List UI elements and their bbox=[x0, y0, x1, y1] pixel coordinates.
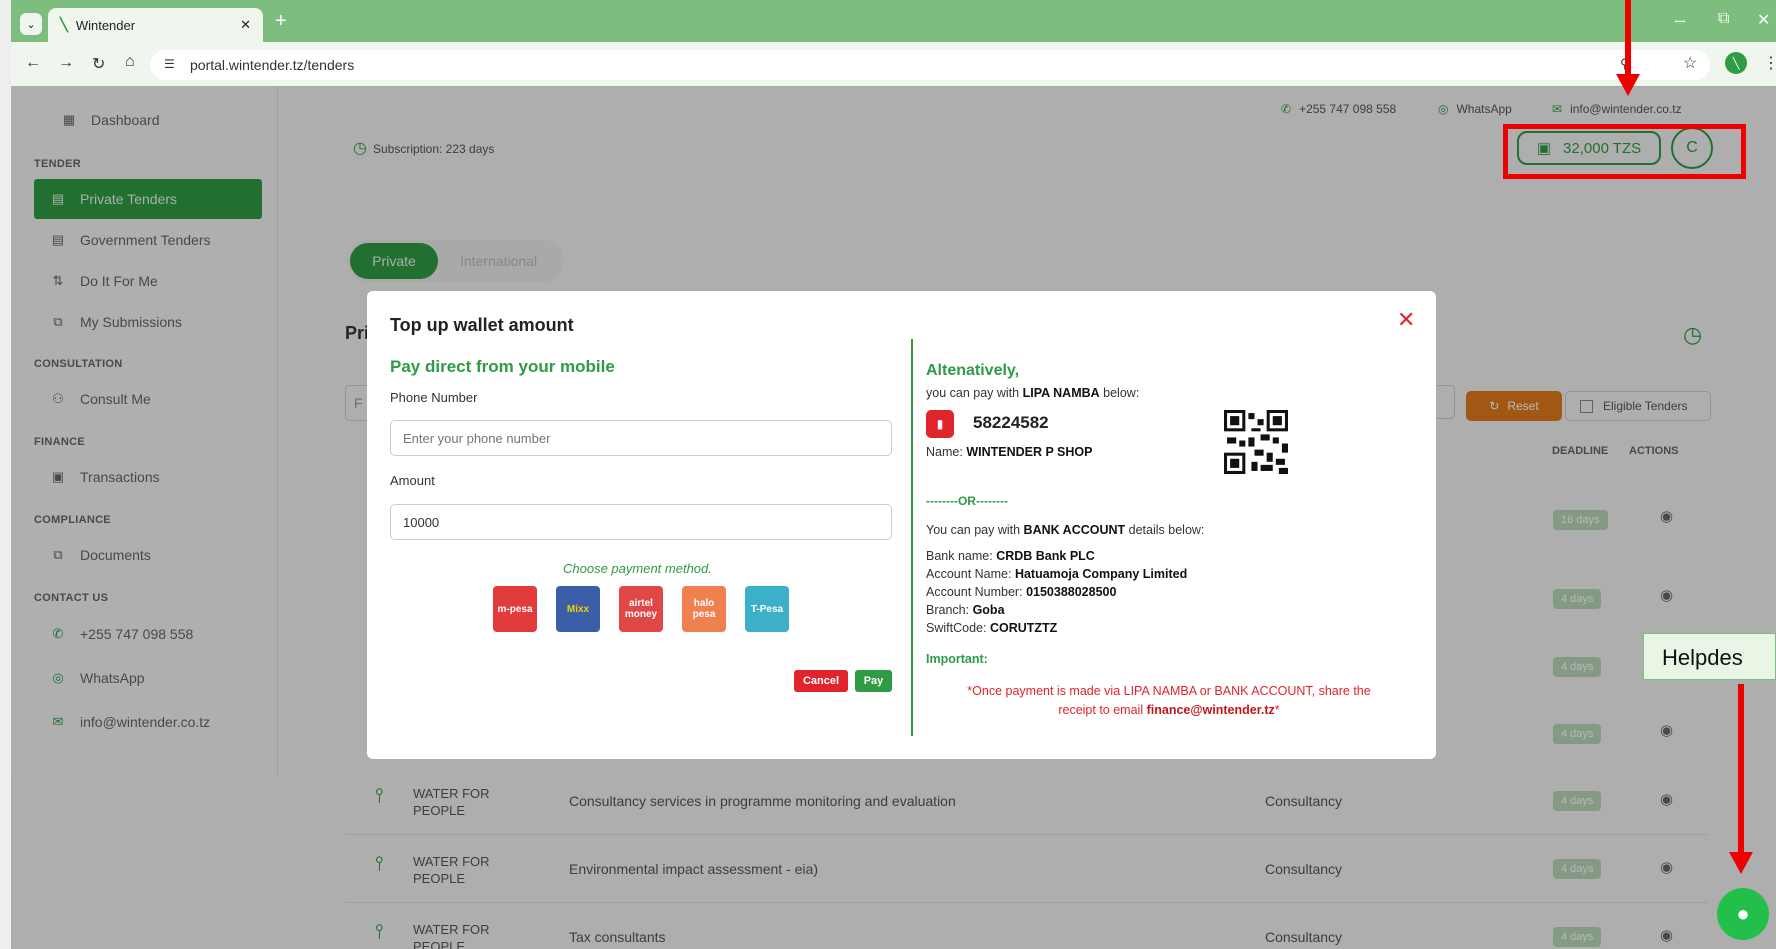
bank-suffix: details below: bbox=[1128, 523, 1205, 537]
alt-heading: Altenatively, bbox=[926, 362, 1020, 379]
choose-method-text: Choose payment method. bbox=[563, 561, 712, 576]
annotation-arrow-shaft bbox=[1738, 684, 1744, 854]
tab-search-chevron-icon[interactable]: ⌄ bbox=[20, 13, 42, 35]
account-number-value: 0150388028500 bbox=[1026, 585, 1117, 599]
account-number-label: Account Number: bbox=[926, 585, 1023, 599]
lipa-name: Name: WINTENDER P SHOP bbox=[926, 445, 1092, 459]
amount-label: Amount bbox=[390, 473, 435, 488]
close-tab-icon[interactable]: ✕ bbox=[240, 17, 251, 33]
bank-intro: You can pay with BANK ACCOUNT details be… bbox=[926, 523, 1204, 537]
tab-title: Wintender bbox=[75, 17, 136, 33]
phone-input[interactable] bbox=[390, 420, 892, 456]
amount-input[interactable] bbox=[390, 504, 892, 540]
important-label: Important: bbox=[926, 652, 988, 666]
annotation-arrow-head bbox=[1729, 852, 1753, 874]
bank-bold: BANK ACCOUNT bbox=[1023, 523, 1126, 537]
mobile-pay-heading: Pay direct from your mobile bbox=[390, 357, 615, 376]
note-line-1: *Once payment is made via LIPA NAMBA or … bbox=[967, 684, 1371, 698]
left-strip bbox=[0, 0, 11, 949]
chat-bubble-icon[interactable]: ● bbox=[1717, 888, 1769, 940]
halopesa-button[interactable]: halo pesa bbox=[682, 586, 726, 632]
annotation-arrow-head bbox=[1616, 74, 1640, 96]
lipa-bold: LIPA NAMBA bbox=[1022, 386, 1100, 400]
note2-prefix: receipt to email bbox=[1058, 703, 1144, 717]
bank-name-value: CRDB Bank PLC bbox=[996, 549, 1095, 563]
mpesa-button[interactable]: m-pesa bbox=[493, 586, 537, 632]
browser-tab[interactable]: ╲ Wintender ✕ bbox=[48, 8, 263, 42]
minimize-icon[interactable]: – bbox=[1675, 10, 1685, 31]
wintender-favicon-icon: ╲ bbox=[60, 17, 68, 32]
lipa-number: 58224582 bbox=[973, 413, 1049, 432]
branch-label: Branch: bbox=[926, 603, 970, 617]
site-info-icon[interactable]: ☰ bbox=[164, 57, 175, 71]
home-icon[interactable]: ⌂ bbox=[125, 53, 135, 71]
menu-dots-icon[interactable]: ⋮ bbox=[1763, 53, 1776, 73]
note2-suffix: * bbox=[1274, 703, 1280, 717]
modal-title: Top up wallet amount bbox=[390, 315, 574, 335]
modal-divider bbox=[911, 339, 913, 736]
account-name: Account Name: Hatuamoja Company Limited bbox=[926, 567, 1187, 581]
swift-value: CORUTZTZ bbox=[989, 621, 1058, 635]
helpdesk-label: Helpdes bbox=[1643, 633, 1776, 680]
lipa-prefix: you can pay with bbox=[926, 386, 1020, 400]
name-value: WINTENDER P SHOP bbox=[966, 445, 1093, 459]
important-note: *Once payment is made via LIPA NAMBA or … bbox=[926, 682, 1412, 720]
bookmark-star-icon[interactable]: ☆ bbox=[1683, 53, 1697, 73]
account-number: Account Number: 0150388028500 bbox=[926, 585, 1116, 599]
account-name-value: Hatuamoja Company Limited bbox=[1014, 567, 1188, 581]
swift-label: SwiftCode: bbox=[926, 621, 987, 635]
note-line-2: receipt to email finance@wintender.tz* bbox=[926, 701, 1412, 720]
lipa-intro: you can pay with LIPA NAMBA below: bbox=[926, 386, 1139, 400]
lipa-logo-icon: ▮ bbox=[926, 410, 954, 438]
tpesa-button[interactable]: T-Pesa bbox=[745, 586, 789, 632]
profile-icon[interactable]: ╲ bbox=[1725, 52, 1747, 74]
annotation-arrow-shaft bbox=[1625, 0, 1631, 74]
phone-label: Phone Number bbox=[390, 390, 478, 405]
airtel-money-button[interactable]: airtel money bbox=[619, 586, 663, 632]
new-tab-icon[interactable]: + bbox=[275, 10, 287, 33]
name-label: Name: bbox=[926, 445, 963, 459]
bank-name: Bank name: CRDB Bank PLC bbox=[926, 549, 1095, 563]
swift-code: SwiftCode: CORUTZTZ bbox=[926, 621, 1057, 635]
back-icon[interactable]: ← bbox=[25, 54, 41, 72]
url-text: portal.wintender.tz/tenders bbox=[190, 57, 355, 73]
account-name-label: Account Name: bbox=[926, 567, 1012, 581]
lipa-suffix: below: bbox=[1103, 386, 1140, 400]
note-email: finance@wintender.tz bbox=[1146, 703, 1275, 717]
or-divider: --------OR-------- bbox=[926, 494, 1008, 508]
bank-prefix: You can pay with bbox=[926, 523, 1021, 537]
cancel-button[interactable]: Cancel bbox=[794, 670, 848, 692]
forward-icon[interactable]: → bbox=[58, 54, 74, 72]
reload-icon[interactable]: ↻ bbox=[92, 54, 105, 74]
annotation-highlight-box bbox=[1503, 124, 1746, 179]
qr-code-icon bbox=[1224, 410, 1288, 474]
close-window-icon[interactable]: ✕ bbox=[1757, 10, 1770, 30]
bank-name-label: Bank name: bbox=[926, 549, 993, 563]
mixx-button[interactable]: Mixx bbox=[556, 586, 600, 632]
url-input[interactable]: ☰ portal.wintender.tz/tenders bbox=[150, 50, 1710, 80]
branch-value: Goba bbox=[972, 603, 1005, 617]
branch: Branch: Goba bbox=[926, 603, 1005, 617]
restore-icon[interactable]: ⧉ bbox=[1718, 10, 1729, 28]
pay-button[interactable]: Pay bbox=[855, 670, 892, 692]
close-icon[interactable]: ✕ bbox=[1397, 307, 1415, 333]
